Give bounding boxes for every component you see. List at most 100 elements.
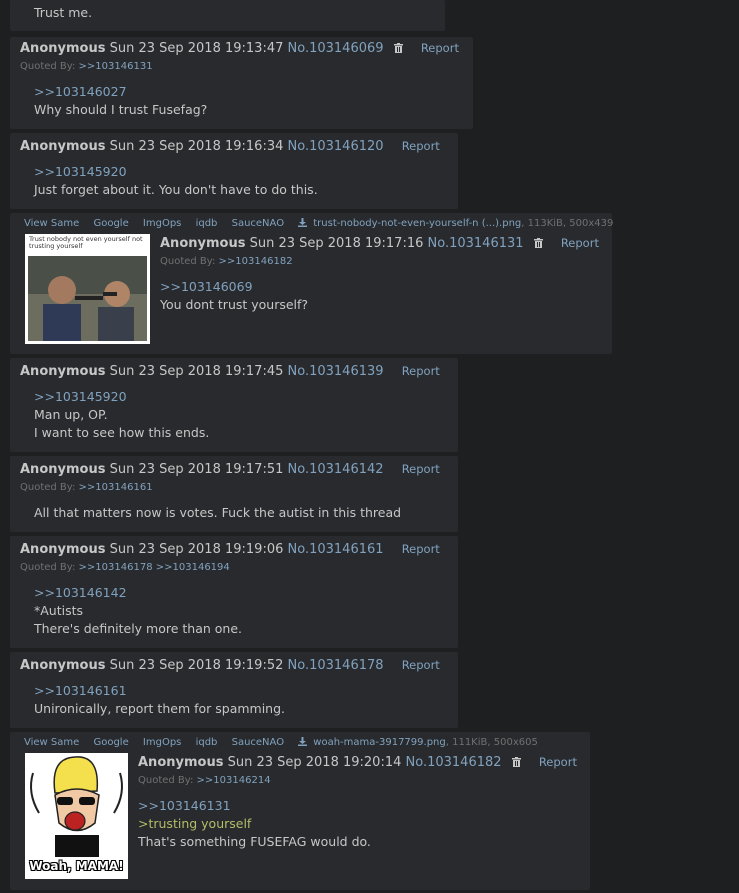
greentext-line: >trusting yourself [138, 816, 252, 831]
report-button[interactable]: Report [539, 755, 577, 769]
report-button[interactable]: Report [402, 364, 440, 378]
post-header: Anonymous Sun 23 Sep 2018 19:13:47 No.10… [20, 41, 459, 56]
trash-icon[interactable] [511, 757, 521, 767]
report-button[interactable]: Report [421, 41, 459, 55]
post-date: Sun 23 Sep 2018 19:16:34 [109, 139, 284, 154]
poster-name: Anonymous [20, 139, 106, 154]
saucenao-link[interactable]: SauceNAO [232, 737, 284, 748]
post-103146178: Anonymous Sun 23 Sep 2018 19:19:52 No.10… [10, 652, 458, 728]
post-body: All that matters now is votes. Fuck the … [34, 504, 401, 522]
post-text: Trust me. [34, 5, 93, 20]
google-link[interactable]: Google [93, 737, 128, 748]
iqdb-link[interactable]: iqdb [196, 737, 218, 748]
post-date: Sun 23 Sep 2018 19:19:06 [109, 542, 284, 557]
file-meta: , 111KiB, 500x605 [445, 737, 538, 748]
file-name-link[interactable]: trust-nobody-not-even-yourself-n (...).p… [313, 218, 521, 229]
quote-link[interactable]: >>103145920 [34, 163, 318, 181]
post-partial: Trust me. [10, 0, 445, 31]
poster-name: Anonymous [20, 542, 106, 557]
post-text: Just forget about it. You don't have to … [34, 182, 318, 197]
post-thumbnail[interactable]: Trust nobody not even yourself not trust… [25, 234, 150, 344]
quoted-by: Quoted By: >>103146214 [138, 775, 271, 786]
quoted-by-link[interactable]: >>103146131 [79, 61, 153, 72]
quote-link[interactable]: >>103145920 [34, 388, 209, 406]
post-header: Anonymous Sun 23 Sep 2018 19:17:45 No.10… [20, 364, 440, 379]
download-icon[interactable] [298, 218, 308, 227]
post-date: Sun 23 Sep 2018 19:13:47 [109, 41, 284, 56]
post-body: >>103146069 You dont trust yourself? [160, 278, 308, 314]
post-body: >>103146027 Why should I trust Fusefag? [34, 83, 207, 119]
file-info-bar: View Same Google ImgOps iqdb SauceNAO wo… [24, 737, 549, 748]
quoted-by: Quoted By: >>103146161 [20, 482, 153, 493]
post-date: Sun 23 Sep 2018 19:19:52 [109, 658, 284, 673]
post-header: Anonymous Sun 23 Sep 2018 19:17:16 No.10… [160, 236, 599, 251]
thumbnail-caption: Woah, MAMA! [29, 859, 124, 873]
quote-link[interactable]: >>103146131 [138, 797, 371, 815]
quoted-by-link[interactable]: >>103146214 [197, 775, 271, 786]
quoted-by-link[interactable]: >>103146182 [219, 256, 293, 267]
view-same-link[interactable]: View Same [24, 737, 79, 748]
saucenao-link[interactable]: SauceNAO [232, 218, 284, 229]
file-name-link[interactable]: woah-mama-3917799.png [313, 737, 445, 748]
post-text: All that matters now is votes. Fuck the … [34, 505, 402, 520]
quoted-by-link[interactable]: >>103146178 >>103146194 [79, 562, 230, 573]
quoted-by-link[interactable]: >>103146161 [79, 482, 153, 493]
poster-name: Anonymous [138, 755, 224, 770]
imgops-link[interactable]: ImgOps [143, 218, 181, 229]
post-text: There's definitely more than one. [34, 621, 243, 636]
post-number-link[interactable]: No.103146139 [288, 364, 384, 379]
poster-name: Anonymous [20, 364, 106, 379]
post-103146182: View Same Google ImgOps iqdb SauceNAO wo… [10, 732, 590, 890]
report-button[interactable]: Report [402, 139, 440, 153]
post-date: Sun 23 Sep 2018 19:20:14 [227, 755, 402, 770]
report-button[interactable]: Report [402, 542, 440, 556]
post-header: Anonymous Sun 23 Sep 2018 19:19:52 No.10… [20, 658, 440, 673]
post-thumbnail[interactable]: Woah, MAMA! [25, 753, 128, 879]
post-date: Sun 23 Sep 2018 19:17:51 [109, 462, 284, 477]
post-number-link[interactable]: No.103146142 [288, 462, 384, 477]
report-button[interactable]: Report [561, 236, 599, 250]
quote-link[interactable]: >>103146161 [34, 682, 285, 700]
thumbnail-image [25, 234, 150, 344]
poster-name: Anonymous [20, 41, 106, 56]
quoted-by: Quoted By: >>103146178 >>103146194 [20, 562, 230, 573]
poster-name: Anonymous [20, 462, 106, 477]
post-date: Sun 23 Sep 2018 19:17:16 [249, 236, 424, 251]
post-text: Unironically, report them for spamming. [34, 701, 286, 716]
quoted-by: Quoted By: >>103146131 [20, 61, 153, 72]
quote-link[interactable]: >>103146069 [160, 278, 308, 296]
post-103146142: Anonymous Sun 23 Sep 2018 19:17:51 No.10… [10, 456, 458, 532]
post-number-link[interactable]: No.103146182 [406, 755, 502, 770]
post-number-link[interactable]: No.103146178 [288, 658, 384, 673]
report-button[interactable]: Report [402, 462, 440, 476]
download-icon[interactable] [298, 737, 308, 746]
thumbnail-caption: Trust nobody not even yourself not trust… [29, 235, 143, 250]
post-number-link[interactable]: No.103146120 [288, 139, 384, 154]
post-text: You dont trust yourself? [160, 297, 309, 312]
quote-link[interactable]: >>103146142 [34, 584, 242, 602]
post-date: Sun 23 Sep 2018 19:17:45 [109, 364, 284, 379]
post-103146069: Anonymous Sun 23 Sep 2018 19:13:47 No.10… [10, 37, 473, 129]
post-text: Man up, OP. [34, 407, 108, 422]
post-number-link[interactable]: No.103146161 [288, 542, 384, 557]
post-body: >>103146131 >trusting yourself That's so… [138, 797, 371, 851]
post-number-link[interactable]: No.103146069 [288, 41, 384, 56]
trash-icon[interactable] [533, 238, 543, 248]
post-header: Anonymous Sun 23 Sep 2018 19:17:51 No.10… [20, 462, 440, 477]
post-103146161: Anonymous Sun 23 Sep 2018 19:19:06 No.10… [10, 536, 458, 648]
report-button[interactable]: Report [402, 658, 440, 672]
post-number-link[interactable]: No.103146131 [428, 236, 524, 251]
post-text: I want to see how this ends. [34, 425, 210, 440]
view-same-link[interactable]: View Same [24, 218, 79, 229]
file-meta: , 113KiB, 500x439 [521, 218, 614, 229]
trash-icon[interactable] [393, 43, 403, 53]
iqdb-link[interactable]: iqdb [196, 218, 218, 229]
post-body: >>103146161 Unironically, report them fo… [34, 682, 285, 718]
post-body: >>103145920 Man up, OP. I want to see ho… [34, 388, 209, 442]
post-103146120: Anonymous Sun 23 Sep 2018 19:16:34 No.10… [10, 133, 458, 209]
post-body: >>103145920 Just forget about it. You do… [34, 163, 318, 199]
google-link[interactable]: Google [93, 218, 128, 229]
post-header: Anonymous Sun 23 Sep 2018 19:20:14 No.10… [138, 755, 577, 770]
quote-link[interactable]: >>103146027 [34, 83, 207, 101]
imgops-link[interactable]: ImgOps [143, 737, 181, 748]
